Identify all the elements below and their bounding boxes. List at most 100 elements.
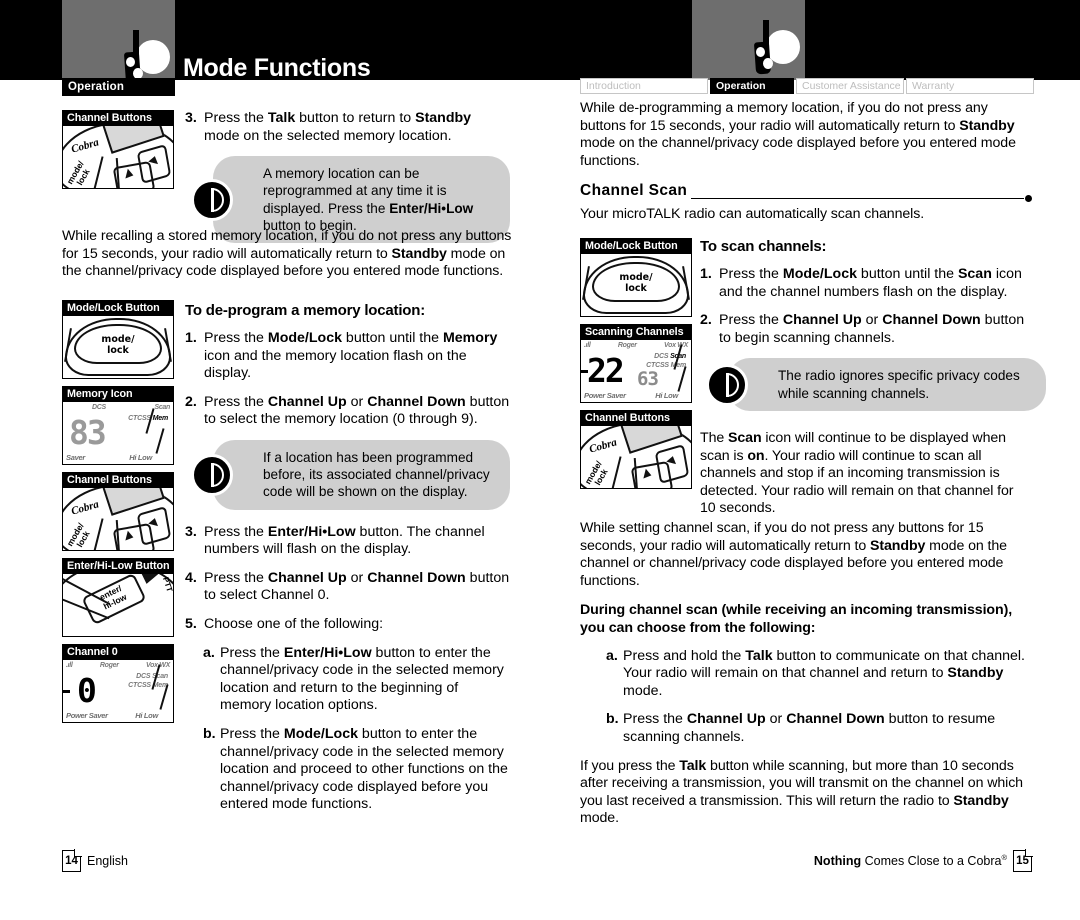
lcd-big-value: 83: [69, 413, 107, 452]
lcd-mid-row: DCS Scan CTCSS Mem: [128, 673, 168, 689]
figure-art-lcd-channel0: .ıll Roger Vox WX DCS Scan CTCSS Mem 0 P…: [63, 660, 173, 722]
paragraph-deprogramming: While de-programming a memory location, …: [580, 100, 1016, 169]
heading-during-channel-scan: During channel scan (while receiving an …: [580, 602, 1013, 636]
left-page-deprogram-block: To de-program a memory location: 1. Pres…: [185, 302, 510, 825]
paragraph-scan-intro: Your microTALK radio can automatically s…: [580, 206, 925, 223]
figure-caption: Mode/Lock Button: [581, 239, 691, 254]
list-item-step1: 1. Press the Mode/Lock button until the …: [185, 330, 510, 383]
footer-tagline-rest: Comes Close to a Cobra: [861, 854, 1002, 869]
list-text: Press the Mode/Lock button until the Sca…: [719, 266, 1022, 300]
list-item-scan-b: b. Press the Channel Up or Channel Down …: [606, 711, 1032, 746]
list-marker: 3.: [185, 523, 197, 540]
lcd-big-value: 22: [587, 351, 625, 390]
lcd-bottom-row: Power Saver Hi Low: [66, 711, 158, 720]
page-number-left: 14: [62, 850, 81, 872]
tab-customer-assistance[interactable]: Customer Assistance: [796, 78, 904, 94]
list-marker: a.: [606, 647, 618, 664]
figure-caption: Channel Buttons: [63, 111, 173, 126]
figure-column-left-top: Channel Buttons Cobra mode/lock: [62, 110, 174, 195]
list-item-step3b: 3. Press the Enter/Hi•Low button. The ch…: [185, 524, 510, 559]
list-marker: 1.: [700, 266, 712, 282]
tab-operation[interactable]: Operation: [710, 78, 794, 94]
list-item-step5b: b. Press the Mode/Lock button to enter t…: [203, 726, 510, 814]
tip-bubble-privacy-codes: The radio ignores specific privacy codes…: [706, 358, 1046, 411]
figure-art-keypad-2: Cobra mode/lock: [63, 488, 173, 550]
tip-text: If a location has been programmed before…: [263, 449, 490, 500]
lcd-sub-value: 63: [637, 368, 659, 390]
list-marker: 3.: [185, 110, 197, 126]
figure-channel-buttons: Channel Buttons Cobra mode/lock: [62, 110, 174, 189]
info-tip-icon: [706, 363, 748, 406]
list-text: Press the Talk button to return to Stand…: [204, 110, 472, 144]
section-tab-operation-left: Operation: [62, 78, 175, 96]
lcd-top-row: DCS Scan: [92, 404, 170, 411]
list-item-step5a: a. Press the Enter/Hi•Low button to ente…: [203, 645, 510, 715]
figure-art-keypad: Cobra mode/lock: [63, 126, 173, 188]
section-heading-channel-scan: Channel Scan: [580, 182, 1032, 203]
lcd-top-row: .ıll Roger Vox WX: [584, 342, 688, 349]
list-text: Press the Channel Up or Channel Down but…: [204, 393, 510, 428]
list-item-scan-step2: 2. Press the Channel Up or Channel Down …: [700, 312, 1030, 347]
figure-art-modelock: mode/lock: [63, 316, 173, 378]
list-text: Press the Channel Up or Channel Down but…: [204, 569, 510, 604]
figure-mode-lock-button: Mode/Lock Button mode/lock: [62, 300, 174, 379]
figure-scanning-channels: Scanning Channels .ıll Roger Vox WX DCS …: [580, 324, 692, 403]
paragraph-setting-scan: While setting channel scan, if you do no…: [580, 520, 1007, 589]
figure-column-right: Mode/Lock Button mode/lock Scanning Chan…: [580, 238, 692, 495]
tab-warranty[interactable]: Warranty: [906, 78, 1034, 94]
lcd-bottom-row: Power Saver Hi Low: [584, 391, 678, 400]
right-page-content: While de-programming a memory location, …: [580, 100, 1032, 234]
section-rule-dot: [1025, 194, 1032, 202]
footer-left: 14 English: [62, 850, 128, 872]
section-title: Channel Scan: [580, 182, 692, 201]
figure-art-modelock-right: mode/lock: [581, 254, 691, 316]
list-marker: 4.: [185, 569, 197, 586]
figure-art-enter: enter/hi-low PTT: [63, 574, 173, 636]
list-marker: 2.: [185, 393, 197, 410]
tab-introduction[interactable]: Introduction: [580, 78, 708, 94]
figure-channel-buttons-2: Channel Buttons Cobra mode/lock: [62, 472, 174, 551]
figure-column-left-mid: Mode/Lock Button mode/lock Memory Icon D…: [62, 300, 174, 729]
list-item-step4: 4. Press the Channel Up or Channel Down …: [185, 570, 510, 605]
figure-caption: Channel Buttons: [581, 411, 691, 426]
list-marker: b.: [203, 725, 216, 742]
paragraph-recalling: While recalling a stored memory location…: [62, 228, 512, 280]
list-text: Press the Mode/Lock button until the Mem…: [204, 330, 498, 382]
footer-language: English: [87, 854, 128, 868]
figure-caption: Mode/Lock Button: [63, 301, 173, 316]
figure-channel-0: Channel 0 .ıll Roger Vox WX DCS Scan CTC…: [62, 644, 174, 723]
figure-caption: Enter/Hi-Low Button: [63, 559, 173, 574]
right-page-scan-steps: To scan channels: 1. Press the Mode/Lock…: [700, 238, 1046, 425]
tip-bubble-programmed: If a location has been programmed before…: [191, 439, 510, 510]
heading-to-scan-channels: To scan channels:: [700, 238, 827, 255]
list-text: Press the Enter/Hi•Low button to enter t…: [220, 644, 504, 714]
list-text: Press the Channel Up or Channel Down but…: [719, 312, 1025, 346]
lcd-top-row: .ıll Roger Vox WX: [66, 662, 170, 669]
figure-caption: Channel 0: [63, 645, 173, 660]
page-title: Mode Functions: [183, 54, 371, 82]
list-marker: b.: [606, 711, 619, 728]
list-marker: a.: [203, 644, 215, 661]
list-item-step5: 5. Choose one of the following:: [185, 616, 510, 634]
list-text: Press the Mode/Lock button to enter the …: [220, 725, 508, 813]
lcd-big-value: 0: [77, 671, 97, 710]
list-marker: 2.: [700, 312, 712, 329]
right-page-lower: While setting channel scan, if you do no…: [580, 520, 1032, 840]
list-item-scan-step1: 1. Press the Mode/Lock button until the …: [700, 266, 1030, 301]
tip-text: A memory location can be reprogrammed at…: [263, 166, 474, 233]
footer-tagline-bold: Nothing: [813, 854, 862, 869]
paragraph-scan-icon: The Scan icon will continue to be displa…: [700, 430, 1014, 517]
paragraph-talk-while-scanning: If you press the Talk button while scann…: [580, 757, 1023, 827]
list-marker: 1.: [185, 330, 197, 346]
figure-caption: Memory Icon: [63, 387, 173, 402]
figure-art-lcd-scan: .ıll Roger Vox WX DCS Scan CTCSS Mem 22 …: [581, 340, 691, 402]
list-text: Press the Channel Up or Channel Down but…: [623, 711, 996, 745]
left-page-paragraph-1-wrap: While recalling a stored memory location…: [62, 228, 512, 293]
footer-tagline: Nothing Comes Close to a Cobra®: [814, 853, 1007, 868]
registered-mark-icon: ®: [1001, 853, 1007, 863]
page-number-right: 15: [1013, 850, 1032, 872]
right-page-scan-note: The Scan icon will continue to be displa…: [700, 430, 1030, 530]
list-text: Press and hold the Talk button to commun…: [623, 647, 1025, 699]
list-item-step2: 2. Press the Channel Up or Channel Down …: [185, 394, 510, 429]
info-tip-icon: [191, 453, 233, 496]
